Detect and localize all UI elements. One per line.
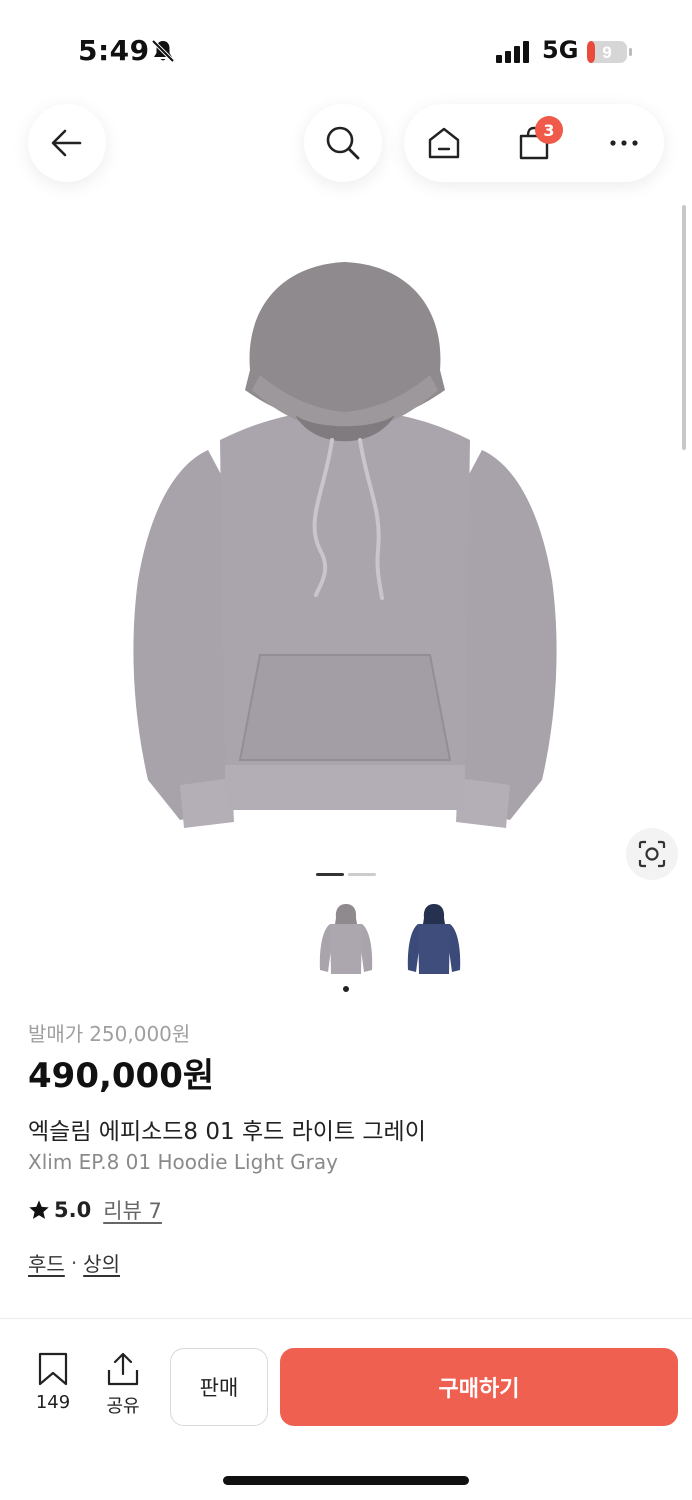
bell-slash-icon (151, 39, 175, 63)
back-button[interactable] (28, 104, 106, 182)
network-type: 5G (542, 36, 579, 64)
more-icon (610, 140, 638, 146)
back-arrow-icon (51, 129, 82, 157)
bookmark-icon (38, 1352, 68, 1386)
bookmark-count: 149 (35, 1392, 71, 1413)
current-price: 490,000원 (28, 1056, 215, 1096)
release-price-value: 250,000원 (89, 1022, 191, 1046)
product-name-en: Xlim EP.8 01 Hoodie Light Gray (28, 1150, 338, 1174)
sell-button[interactable]: 판매 (170, 1348, 268, 1426)
product-image[interactable] (120, 250, 570, 840)
battery-level: 9 (602, 43, 611, 62)
thumbnail-selected-dot (343, 986, 349, 992)
image-search-button[interactable] (626, 828, 678, 880)
battery-icon: 9 (587, 41, 632, 63)
bottom-bar-divider (0, 1318, 692, 1319)
rating-score: 5.0 (54, 1198, 92, 1222)
thumbnail-light-gray[interactable] (316, 902, 376, 980)
home-button[interactable] (404, 104, 484, 182)
search-button[interactable] (304, 104, 382, 182)
release-price-label: 발매가 (28, 1022, 84, 1046)
thumbnail-navy[interactable] (404, 902, 464, 980)
cart-button[interactable] (494, 104, 574, 182)
pager-dot (348, 873, 376, 876)
release-price: 발매가 250,000원 (28, 1018, 190, 1047)
cart-count-badge: 3 (535, 116, 563, 144)
buy-button[interactable]: 구매하기 (280, 1348, 678, 1426)
status-bar: 5:49 5G 9 (0, 0, 692, 100)
category-top-link[interactable]: 상의 (83, 1248, 120, 1277)
share-icon (107, 1352, 139, 1386)
share-button[interactable]: 공유 (98, 1352, 148, 1418)
scroll-indicator (682, 205, 686, 450)
reviews-link[interactable]: 리뷰 7 (103, 1195, 162, 1225)
pager-dot-active (316, 873, 344, 876)
star-icon (29, 1200, 49, 1219)
category-breadcrumb: 후드 · 상의 (28, 1248, 120, 1277)
share-label: 공유 (106, 1396, 140, 1417)
search-icon (326, 126, 360, 160)
home-icon (428, 127, 460, 159)
category-separator: · (70, 1250, 78, 1275)
lens-icon (638, 840, 666, 868)
bookmark-button[interactable]: 149 (28, 1352, 78, 1418)
more-button[interactable] (584, 104, 664, 182)
status-time: 5:49 (78, 34, 150, 67)
home-indicator (223, 1476, 469, 1485)
rating-row: 5.0 리뷰 7 (28, 1196, 162, 1224)
nav-action-group (404, 104, 664, 182)
product-name-ko: 엑슬림 에피소드8 01 후드 라이트 그레이 (28, 1119, 426, 1145)
signal-bars-icon (496, 41, 529, 63)
category-hood-link[interactable]: 후드 (28, 1248, 65, 1277)
